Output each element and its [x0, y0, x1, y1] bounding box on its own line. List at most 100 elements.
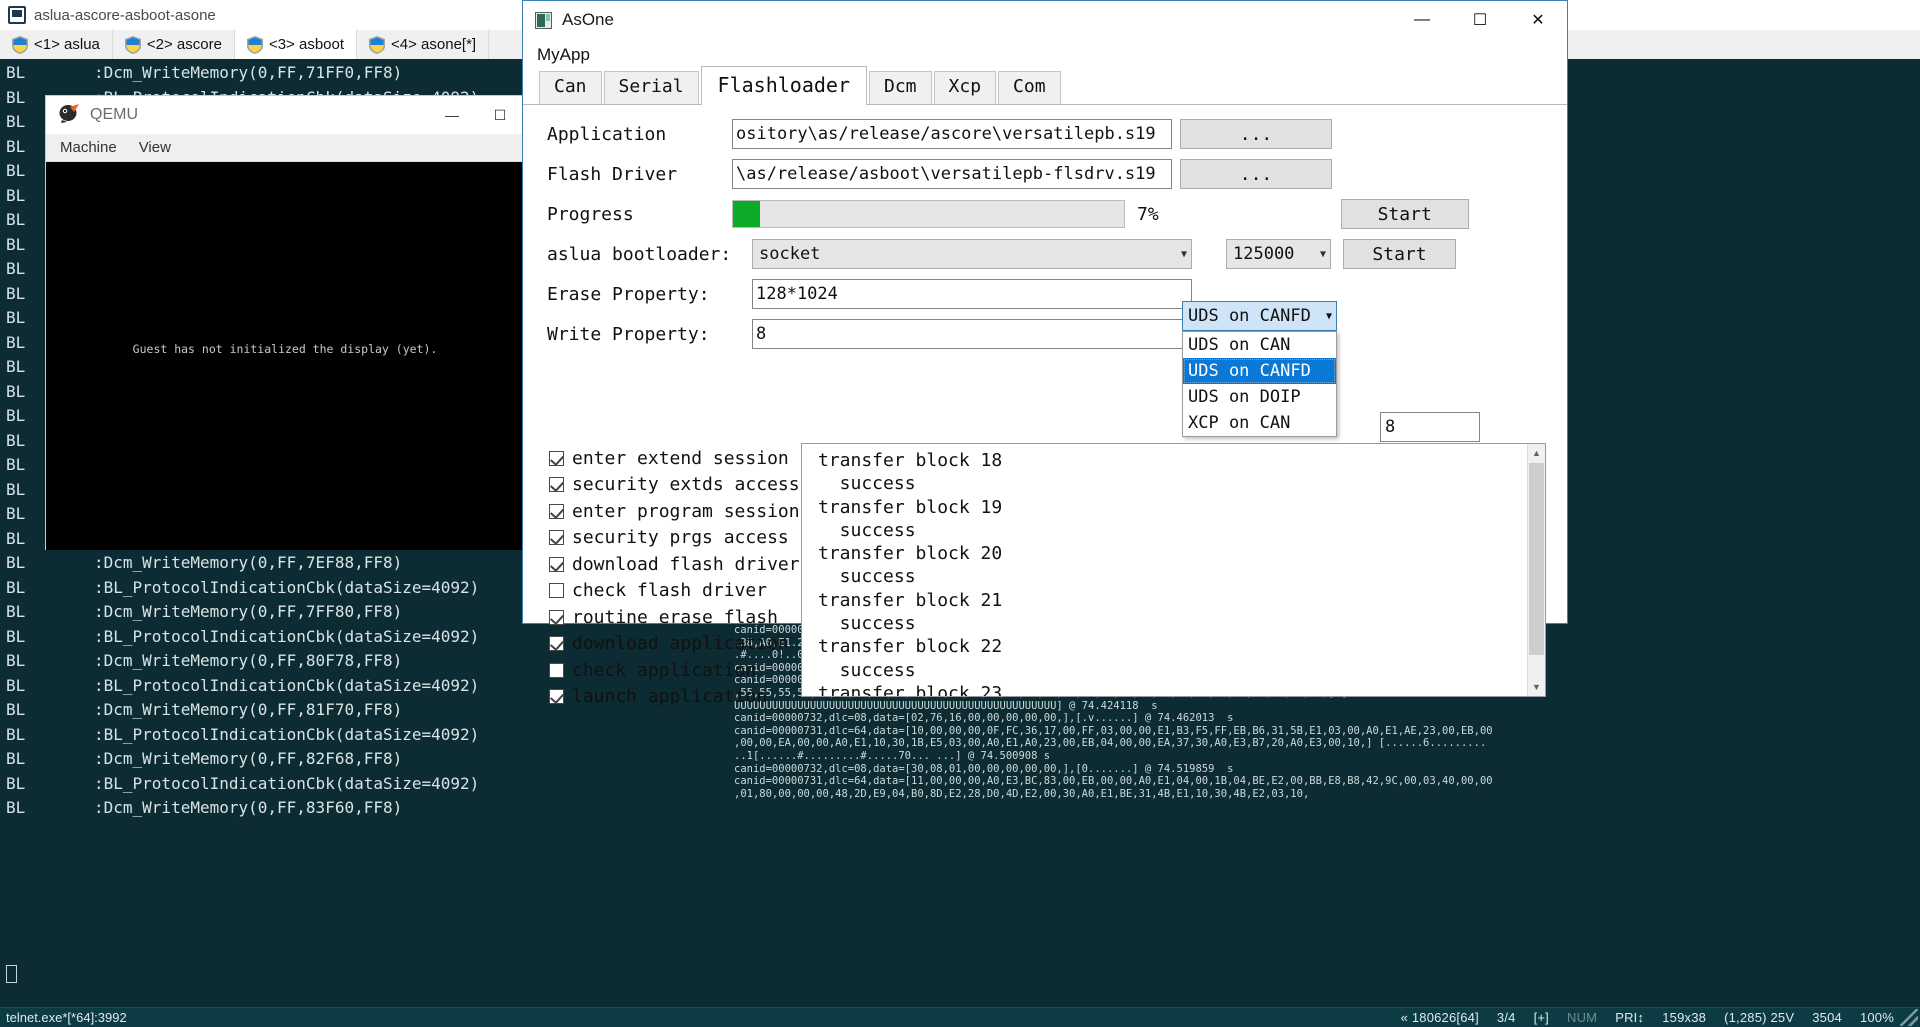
asone-maximize-button[interactable]: ☐	[1451, 1, 1509, 39]
baudrate-combo[interactable]: 125000 ▼	[1226, 239, 1331, 269]
application-label: Application	[547, 123, 667, 145]
flash-driver-path-input[interactable]: \as/release/asboot\versatilepb-flsdrv.s1…	[732, 159, 1172, 189]
start-button-bottom[interactable]: Start	[1343, 239, 1456, 269]
shield-icon	[12, 35, 28, 54]
can-trace-line: canid=00000731,dlc=64,data=[10,00,00,00,…	[734, 724, 1493, 737]
checkbox-icon[interactable]	[549, 689, 564, 705]
asone-minimize-button[interactable]: —	[1393, 1, 1451, 39]
qemu-display-message: Guest has not initialized the display (y…	[132, 342, 438, 356]
telnet-size-label: 159x38	[1662, 1010, 1707, 1025]
terminal-icon	[8, 6, 26, 24]
telnet-window-title: aslua-ascore-asboot-asone	[34, 6, 216, 24]
protocol-option-uds-on-can[interactable]: UDS on CAN	[1183, 332, 1336, 358]
can-trace-line: ,00,00,EA,00,00,A0,E1,10,30,1B,E5,03,00,…	[734, 737, 1487, 750]
tab-flashloader[interactable]: Flashloader	[700, 66, 867, 105]
flash-step-row[interactable]: launch application	[549, 684, 804, 711]
qemu-menu-view[interactable]: View	[139, 139, 171, 156]
checkbox-icon[interactable]	[549, 609, 564, 625]
checkbox-icon[interactable]	[549, 450, 564, 466]
tab-can[interactable]: Can	[539, 70, 602, 104]
application-path-input[interactable]: ository\as/release/ascore\versatilepb.s1…	[732, 119, 1172, 149]
progress-percent-label: 7%	[1137, 203, 1159, 225]
write-property-row: Write Property: 8	[523, 315, 1567, 353]
start-button-top[interactable]: Start	[1340, 199, 1469, 229]
protocol-option-uds-on-canfd[interactable]: UDS on CANFD	[1183, 358, 1336, 384]
flash-step-row[interactable]: routine erase flash	[549, 604, 804, 631]
asone-tab-strip[interactable]: Can Serial Flashloader Dcm Xcp Com	[523, 66, 1567, 105]
protocol-option-xcp-on-can[interactable]: XCP on CAN	[1183, 410, 1336, 436]
flash-step-row[interactable]: check flash driver	[549, 578, 804, 605]
asone-close-button[interactable]: ✕	[1509, 1, 1567, 39]
qemu-window-title: QEMU	[90, 106, 138, 123]
erase-property-row: Erase Property: 128*1024	[523, 275, 1567, 313]
can-trace-line: canid=00000732,dlc=08,data=[30,08,01,00,…	[734, 762, 1234, 775]
flash-step-label: download application	[572, 633, 789, 655]
qemu-titlebar: QEMU — ☐	[46, 96, 524, 134]
telnet-tab-aslua[interactable]: <1> aslua	[0, 30, 113, 59]
qemu-menu-machine[interactable]: Machine	[60, 139, 117, 156]
telnet-num-indicator: NUM	[1567, 1010, 1598, 1025]
flash-step-row[interactable]: enter extend session	[549, 445, 804, 472]
asone-window-title: AsOne	[562, 10, 614, 29]
flash-step-row[interactable]: check application	[549, 657, 804, 684]
flash-step-label: check flash driver	[572, 580, 768, 602]
checkbox-icon[interactable]	[549, 636, 564, 652]
asone-app-icon	[535, 11, 552, 29]
scroll-up-icon[interactable]: ▲	[1528, 444, 1545, 462]
checkbox-icon[interactable]	[549, 556, 564, 572]
flash-step-row[interactable]: enter program session	[549, 498, 804, 525]
bootloader-combo-value: socket	[759, 244, 821, 264]
flash-step-row[interactable]: download application	[549, 631, 804, 658]
telnet-tab-label: <4> asone[*]	[391, 36, 477, 53]
tab-serial[interactable]: Serial	[603, 70, 699, 104]
tab-com[interactable]: Com	[998, 70, 1061, 104]
flash-step-row[interactable]: security prgs access	[549, 525, 804, 552]
progress-bar-fill	[733, 201, 761, 227]
flash-step-row[interactable]: security extds access	[549, 472, 804, 499]
telnet-tab-asone[interactable]: <4> asone[*]	[357, 30, 490, 59]
menu-item-myapp[interactable]: MyApp	[537, 45, 590, 65]
flash-driver-browse-button[interactable]: ...	[1180, 159, 1332, 189]
can-trace-line: canid=00000731,dlc=64,data=[11,00,00,00,…	[734, 775, 1493, 788]
scroll-down-icon[interactable]: ▼	[1528, 678, 1545, 696]
qemu-minimize-button[interactable]: —	[428, 96, 476, 134]
qemu-menubar[interactable]: Machine View	[46, 134, 524, 162]
telnet-linecount-label: 3504	[1812, 1010, 1842, 1025]
telnet-tab-asboot[interactable]: <3> asboot	[234, 30, 358, 59]
telnet-cursor-pos-label: (1,285) 25V	[1724, 1010, 1795, 1025]
checkbox-icon[interactable]	[549, 477, 564, 493]
qemu-maximize-button[interactable]: ☐	[476, 96, 524, 134]
bootloader-combo[interactable]: socket ▼	[752, 239, 1192, 269]
protocol-combo-dropdown[interactable]: UDS on CAN UDS on CANFD UDS on DOIP XCP …	[1182, 331, 1337, 437]
tab-dcm[interactable]: Dcm	[869, 70, 932, 104]
scrollbar-thumb[interactable]	[1529, 463, 1544, 655]
tab-xcp[interactable]: Xcp	[933, 70, 997, 104]
checkbox-icon[interactable]	[549, 662, 564, 678]
telnet-tab-ascore[interactable]: <2> ascore	[112, 30, 235, 59]
flash-step-label: download flash driver	[572, 553, 800, 575]
flash-log-scrollbar[interactable]: ▲ ▼	[1527, 444, 1545, 696]
write-property-input[interactable]: 8	[752, 319, 1192, 349]
chevron-down-icon: ▼	[1319, 248, 1326, 260]
protocol-combo[interactable]: UDS on CANFD ▼	[1182, 301, 1337, 331]
flash-step-label: launch application	[572, 686, 768, 708]
application-browse-button[interactable]: ...	[1180, 119, 1332, 149]
flash-step-label: check application	[572, 659, 757, 681]
qemu-display-area: Guest has not initialized the display (y…	[46, 162, 524, 550]
can-trace-line: canid=00000732,dlc=08,data=[02,76,16,00,…	[734, 712, 1234, 725]
flash-step-label: enter extend session	[572, 447, 789, 469]
checkbox-icon[interactable]	[549, 583, 564, 599]
window-resize-grip[interactable]	[1900, 1009, 1918, 1026]
checkbox-icon[interactable]	[549, 530, 564, 546]
flash-driver-label: Flash Driver	[547, 163, 678, 185]
checkbox-icon[interactable]	[549, 503, 564, 519]
flash-log-text: transfer block 18 success transfer block…	[818, 450, 1003, 697]
flash-steps-checklist[interactable]: enter extend session security extds acces…	[549, 445, 804, 710]
protocol-option-uds-on-doip[interactable]: UDS on DOIP	[1183, 384, 1336, 410]
telnet-session-label: « 180626[64]	[1400, 1010, 1479, 1025]
progress-row: Progress 7% Start	[523, 195, 1567, 233]
erase-property-input[interactable]: 128*1024	[752, 279, 1192, 309]
signature-input[interactable]: 8	[1380, 412, 1480, 442]
flash-step-row[interactable]: download flash driver	[549, 551, 804, 578]
asone-menubar[interactable]: MyApp	[523, 39, 1567, 71]
